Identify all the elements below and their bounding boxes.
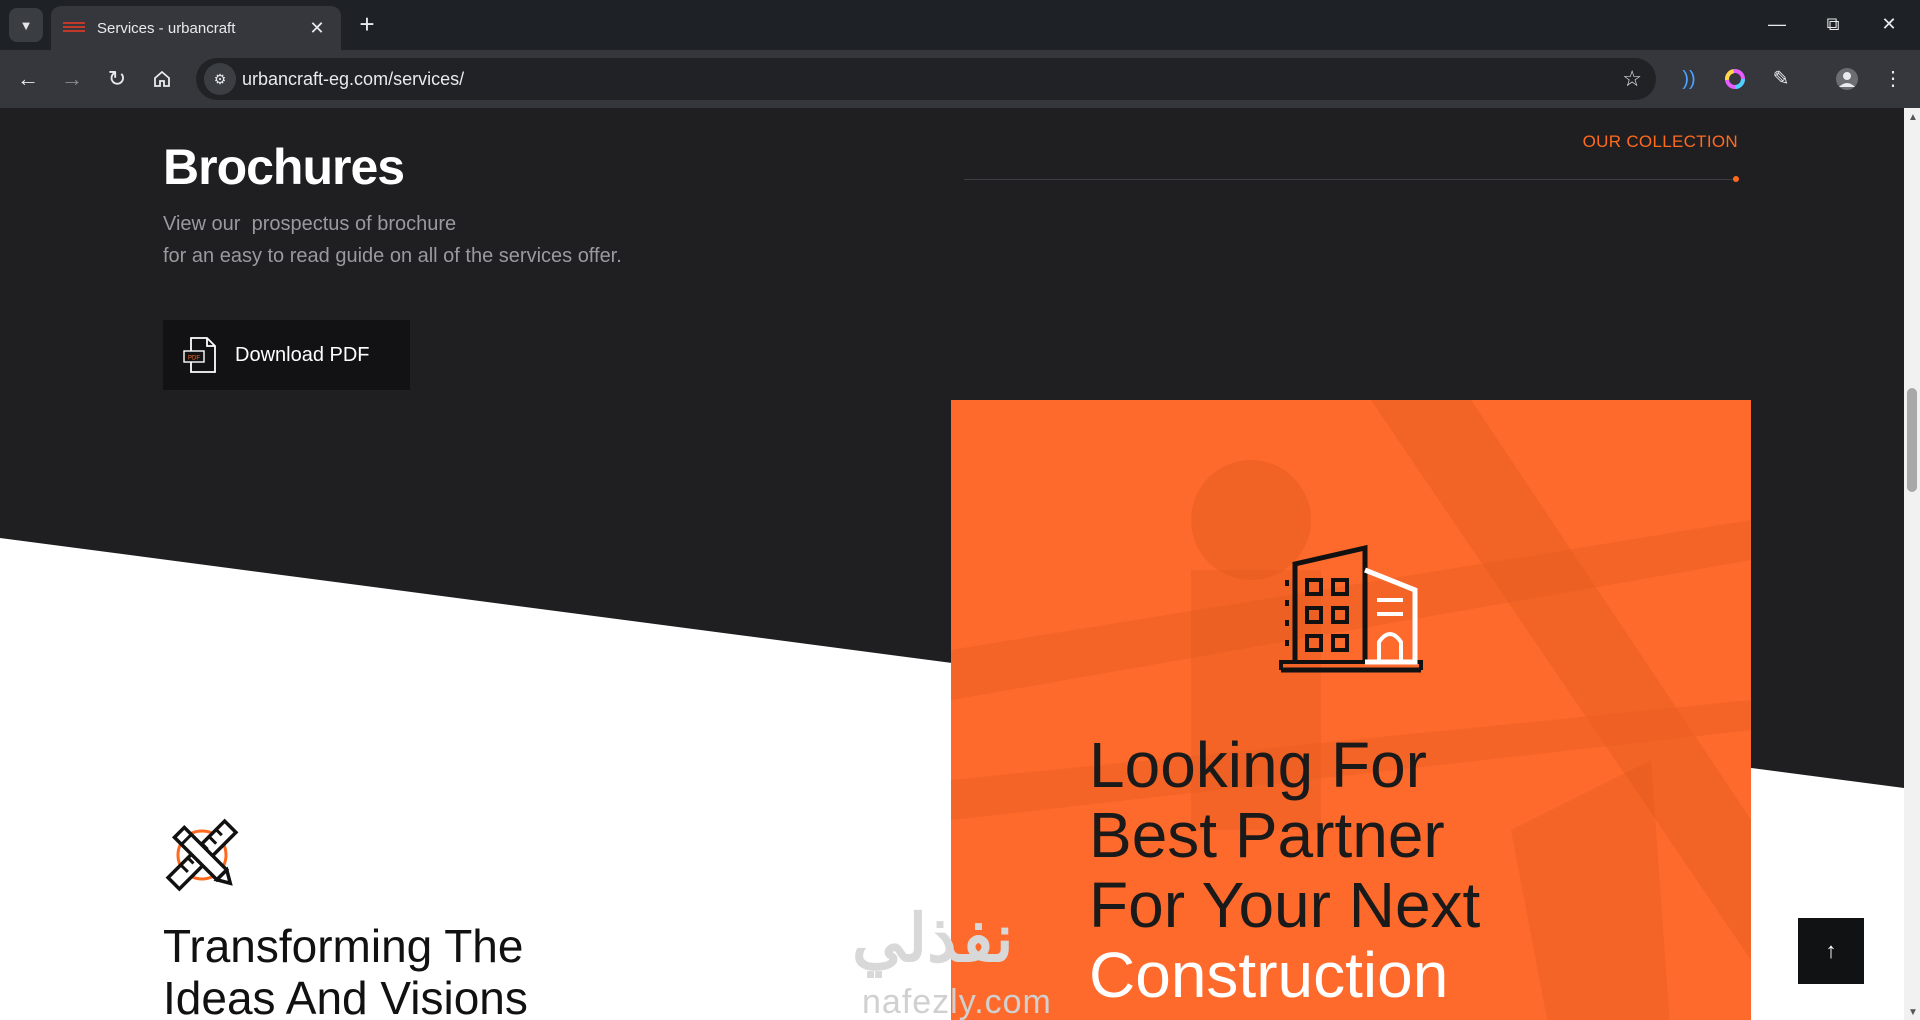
star-icon[interactable]: ☆: [1622, 66, 1642, 92]
back-button[interactable]: ←: [11, 62, 45, 96]
feature-title-line1: Transforming The: [163, 920, 524, 972]
browser-tab-bar: ▼ Services - urbancraft ✕ + — ⧉ ✕: [0, 0, 1920, 50]
download-pdf-button[interactable]: PDF Download PDF: [163, 320, 410, 390]
home-icon: [154, 70, 170, 87]
arrow-right-icon: →: [61, 66, 83, 91]
card-heading-line4: Construction: [1089, 939, 1449, 1011]
tune-icon: ⚙: [213, 71, 227, 87]
pdf-file-icon: PDF: [183, 337, 216, 373]
kebab-menu-icon[interactable]: ⋮: [1878, 64, 1908, 94]
window-close-button[interactable]: ✕: [1866, 10, 1912, 40]
minimize-button[interactable]: —: [1754, 10, 1800, 40]
reload-icon: ↻: [107, 66, 127, 91]
back-to-top-button[interactable]: ↑: [1798, 918, 1864, 984]
ruler-pencil-icon: [165, 818, 239, 892]
collection-divider: [964, 179, 1738, 180]
url-text[interactable]: urbancraft-eg.com/services/: [242, 69, 464, 90]
watermark-arabic: نفذلي: [852, 901, 1014, 975]
brochures-desc-line2: for an easy to read guide on all of the …: [163, 245, 622, 267]
speech-extension-icon[interactable]: )): [1674, 64, 1704, 94]
scroll-thumb[interactable]: [1907, 388, 1917, 492]
site-info-button[interactable]: ⚙: [204, 63, 236, 95]
building-icon: [1279, 544, 1423, 673]
scroll-down-arrow-icon[interactable]: ▼: [1908, 1007, 1918, 1018]
page-scrollbar[interactable]: ▲ ▼: [1904, 108, 1920, 1020]
brochures-desc-line1: View our prospectus of brochure: [163, 213, 457, 235]
browser-toolbar: ← → ↻ ⚙ urbancraft-eg.com/services/ ☆ ))…: [0, 50, 1920, 108]
tab-title: Services - urbancraft: [97, 19, 236, 37]
scroll-up-arrow-icon[interactable]: ▲: [1908, 112, 1918, 123]
puzzle-icon[interactable]: ✎: [1766, 64, 1796, 94]
card-heading-line1: Looking For: [1089, 729, 1427, 801]
chevron-down-icon: ▼: [19, 17, 33, 33]
tab-list-button[interactable]: ▼: [9, 8, 43, 42]
download-pdf-label: Download PDF: [235, 343, 370, 366]
color-extension-icon[interactable]: [1720, 64, 1750, 94]
card-heading-line2: Best Partner: [1089, 799, 1445, 871]
reload-button[interactable]: ↻: [100, 62, 134, 96]
collection-dot: [1733, 176, 1739, 182]
restore-button[interactable]: ⧉: [1810, 10, 1856, 40]
home-button[interactable]: [145, 62, 179, 96]
brochures-title: Brochures: [163, 139, 405, 195]
avatar-icon[interactable]: [1832, 64, 1862, 94]
watermark-latin: nafezly.com: [862, 983, 1052, 1020]
tab-services[interactable]: Services - urbancraft ✕: [51, 6, 341, 50]
arrow-up-icon: ↑: [1825, 938, 1837, 963]
arrow-left-icon: ←: [17, 66, 39, 91]
our-collection-label: OUR COLLECTION: [1582, 132, 1738, 151]
card-heading-line3: For Your Next: [1089, 869, 1481, 941]
forward-button[interactable]: →: [55, 62, 89, 96]
pdf-icon-label: PDF: [188, 356, 200, 362]
address-bar[interactable]: ⚙ urbancraft-eg.com/services/ ☆: [196, 58, 1656, 100]
feature-title-line2: Ideas And Visions: [163, 972, 528, 1020]
card-heading: Looking For Best Partner For Your Next C…: [1089, 730, 1689, 1010]
new-tab-button[interactable]: +: [352, 10, 382, 40]
brochures-description: View our prospectus of brochure for an e…: [163, 208, 622, 272]
urbancraft-favicon-icon: [63, 21, 85, 35]
feature-title: Transforming The Ideas And Visions: [163, 920, 763, 1020]
partner-card: Looking For Best Partner For Your Next C…: [951, 400, 1751, 1020]
page-viewport: Brochures View our prospectus of brochur…: [0, 108, 1904, 1020]
close-icon[interactable]: ✕: [305, 18, 329, 39]
